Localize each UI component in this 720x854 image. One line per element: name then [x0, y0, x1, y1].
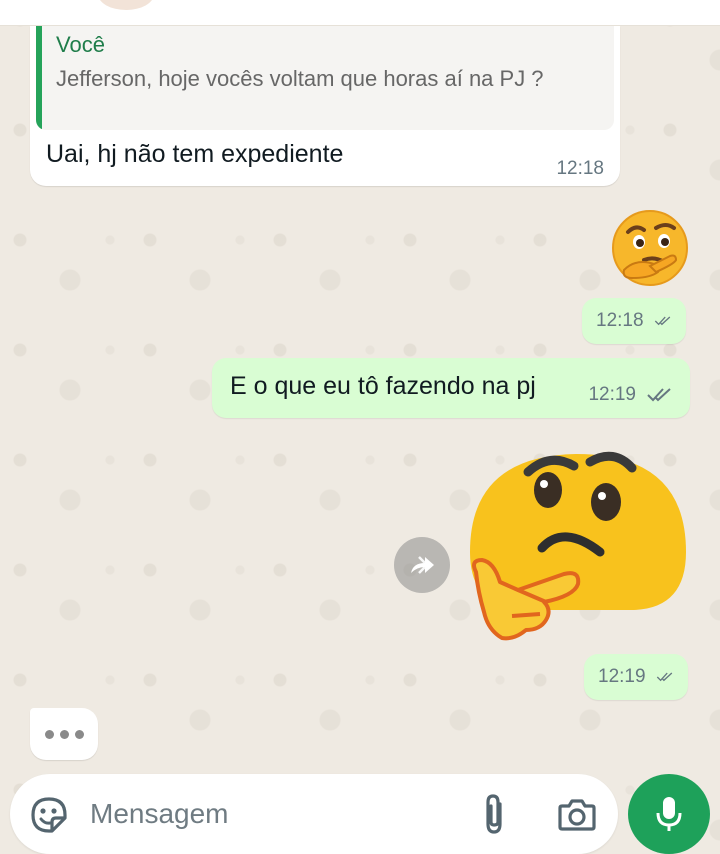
- double-check-icon: [647, 388, 671, 402]
- avatar[interactable]: [98, 0, 154, 10]
- typing-dot: [74, 729, 84, 739]
- quote-accent-bar: [36, 26, 42, 130]
- microphone-icon: [656, 797, 682, 831]
- sticker-icon[interactable]: [30, 796, 68, 834]
- message-text: Uai, hj não tem expediente: [46, 140, 344, 168]
- message-time: 12:18: [596, 310, 644, 331]
- message-time: 12:19: [588, 384, 636, 405]
- message-text: E o que eu tô fazendo na pj: [230, 372, 536, 400]
- thinking-face-emoji[interactable]: [464, 440, 696, 646]
- message-meta: 12:19: [588, 384, 674, 406]
- emoji-message-meta: 12:18: [582, 298, 686, 344]
- chat-header: [0, 0, 720, 26]
- paperclip-icon[interactable]: [476, 792, 512, 836]
- quoted-message[interactable]: Você Jefferson, hoje vocês voltam que ho…: [36, 26, 614, 130]
- message-time: 12:19: [598, 666, 646, 687]
- quote-text: Jefferson, hoje vocês voltam que horas a…: [56, 66, 544, 91]
- double-check-icon: [656, 672, 672, 682]
- voice-message-button[interactable]: [628, 774, 710, 854]
- message-time: 12:18: [556, 158, 604, 179]
- outgoing-message[interactable]: E o que eu tô fazendo na pj 12:19: [212, 358, 690, 418]
- typing-indicator: [30, 708, 98, 760]
- typing-dot: [59, 729, 69, 739]
- emoji-message-meta: 12:19: [584, 654, 688, 700]
- camera-icon[interactable]: [558, 796, 596, 832]
- incoming-message[interactable]: Você Jefferson, hoje vocês voltam que ho…: [30, 26, 620, 186]
- quote-author: Você: [56, 32, 105, 57]
- message-composer: [10, 774, 618, 854]
- double-check-icon: [654, 316, 670, 326]
- message-input[interactable]: [90, 794, 450, 834]
- forward-icon: [411, 556, 434, 574]
- forward-button[interactable]: [394, 537, 450, 593]
- thinking-face-emoji[interactable]: [610, 208, 690, 288]
- typing-dot: [44, 729, 54, 739]
